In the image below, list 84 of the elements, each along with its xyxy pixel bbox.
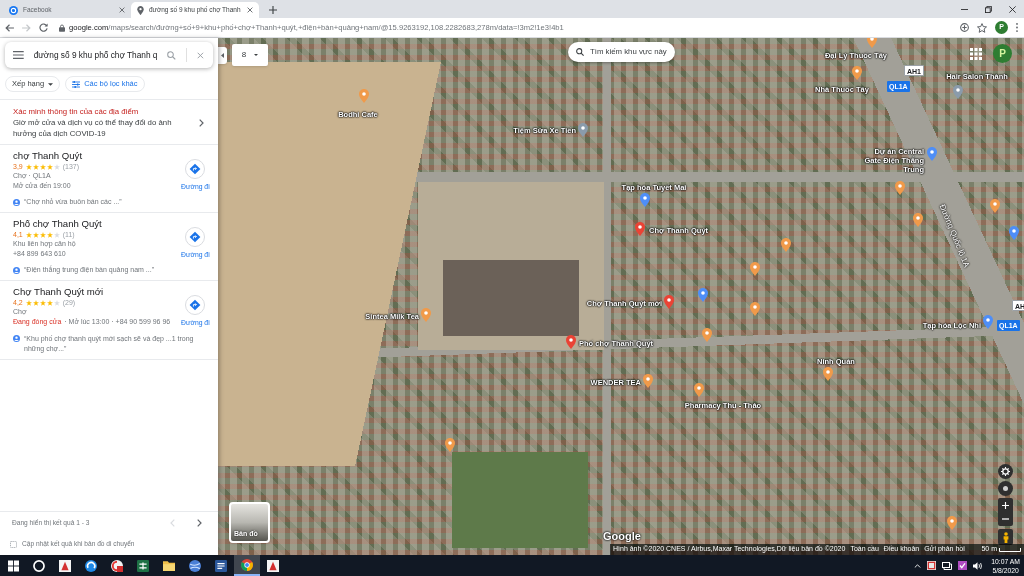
globe-icon [189,559,201,572]
chevron-up-icon[interactable] [914,563,922,568]
bookmark-star-icon[interactable] [977,22,987,33]
close-icon[interactable] [247,7,253,13]
close-icon[interactable] [119,7,125,13]
minus-icon [1002,518,1009,520]
speaker-icon[interactable] [973,561,984,570]
road-label: Đường Quốc lộ 1A [936,202,973,270]
search-circle-icon [33,559,45,572]
apps-grid-icon[interactable] [970,48,982,60]
plus-icon [1002,501,1009,509]
restore-icon [984,5,992,13]
triangle-tile-icon [59,559,71,572]
search-icon[interactable] [167,50,177,60]
back-arrow-icon[interactable] [5,23,14,32]
map-pin-icon[interactable] [664,295,674,309]
map-pin-icon[interactable] [750,302,760,316]
ring-badge-icon [111,559,123,572]
map-pin-icon[interactable] [578,123,588,137]
place-name[interactable]: chợ Thanh Quýt [13,150,181,162]
spreadsheet-icon [137,559,149,572]
map-pin-icon[interactable] [927,147,937,161]
square-tile-icon[interactable] [927,561,937,570]
favicon-icon [9,5,18,15]
gear-icon [1001,467,1010,476]
directions-icon [185,227,206,248]
map-pin-icon[interactable] [852,66,862,80]
collapse-panel-button[interactable] [218,47,227,64]
place-name[interactable]: Chợ Thanh Quýt mới [13,286,181,299]
document-icon [215,559,227,572]
network-icon[interactable] [942,561,953,570]
caret-down-icon [48,82,54,86]
windows-logo-icon [7,559,19,572]
person-icon [1002,531,1009,543]
map-pin-icon[interactable] [781,238,791,252]
google-logo: Google [603,529,641,544]
scale-bar-icon [999,547,1021,552]
lock-icon [59,23,65,32]
search-icon [576,48,584,56]
map-pin-icon[interactable] [643,374,653,388]
map-pin-icon[interactable] [1009,226,1019,240]
reviewer-avatar-icon [13,198,20,206]
map-pin-icon [137,5,144,15]
triangle-tile-icon [267,559,279,572]
map-pin-icon[interactable] [698,288,708,302]
check-tile-icon[interactable] [958,561,968,570]
place-name[interactable]: Phố chợ Thanh Quýt [13,218,181,231]
map-pin-icon[interactable] [953,85,963,99]
menu-icon[interactable] [13,51,24,59]
map-pin-icon[interactable] [913,213,923,227]
map-dropdown[interactable]: 8 [232,44,268,66]
caret-down-icon [254,54,259,56]
segmented-circle-icon [241,558,253,571]
checkbox[interactable] [10,540,17,548]
chevron-right-icon[interactable] [199,118,204,127]
swirl-circle-icon [85,559,97,572]
map-pin-icon[interactable] [990,199,1000,213]
reviewer-avatar-icon [13,335,20,343]
map-pin-icon[interactable] [750,262,760,276]
map-pin-icon[interactable] [694,383,704,397]
map-pin-icon[interactable] [640,193,650,207]
map-pin-icon[interactable] [566,335,576,349]
plus-icon [269,6,277,14]
map-pin-icon[interactable] [947,516,957,530]
search-field[interactable]: đường số 9 khu phố chợ Thanh q [33,48,158,62]
directions-icon [185,159,206,179]
reviewer-avatar-icon [13,266,20,274]
map-pin-icon[interactable] [895,181,905,195]
map-pin-icon[interactable] [867,38,877,48]
caret-left-icon [221,53,224,58]
location-dot-icon [1003,486,1008,491]
map-pin-icon[interactable] [983,315,993,329]
map-pin-icon[interactable] [635,222,645,236]
map-pin-icon[interactable] [702,328,712,342]
map-pin-icon[interactable] [823,367,833,381]
close-icon [1008,5,1016,13]
map-pin-icon[interactable] [445,438,455,452]
street-view-button[interactable] [998,529,1013,545]
reload-icon[interactable] [39,23,48,32]
sliders-icon [72,80,81,88]
folder-icon [163,560,175,571]
directions-icon [185,295,206,316]
add-circle-icon[interactable] [960,23,969,32]
chevron-right-icon[interactable] [197,518,202,527]
